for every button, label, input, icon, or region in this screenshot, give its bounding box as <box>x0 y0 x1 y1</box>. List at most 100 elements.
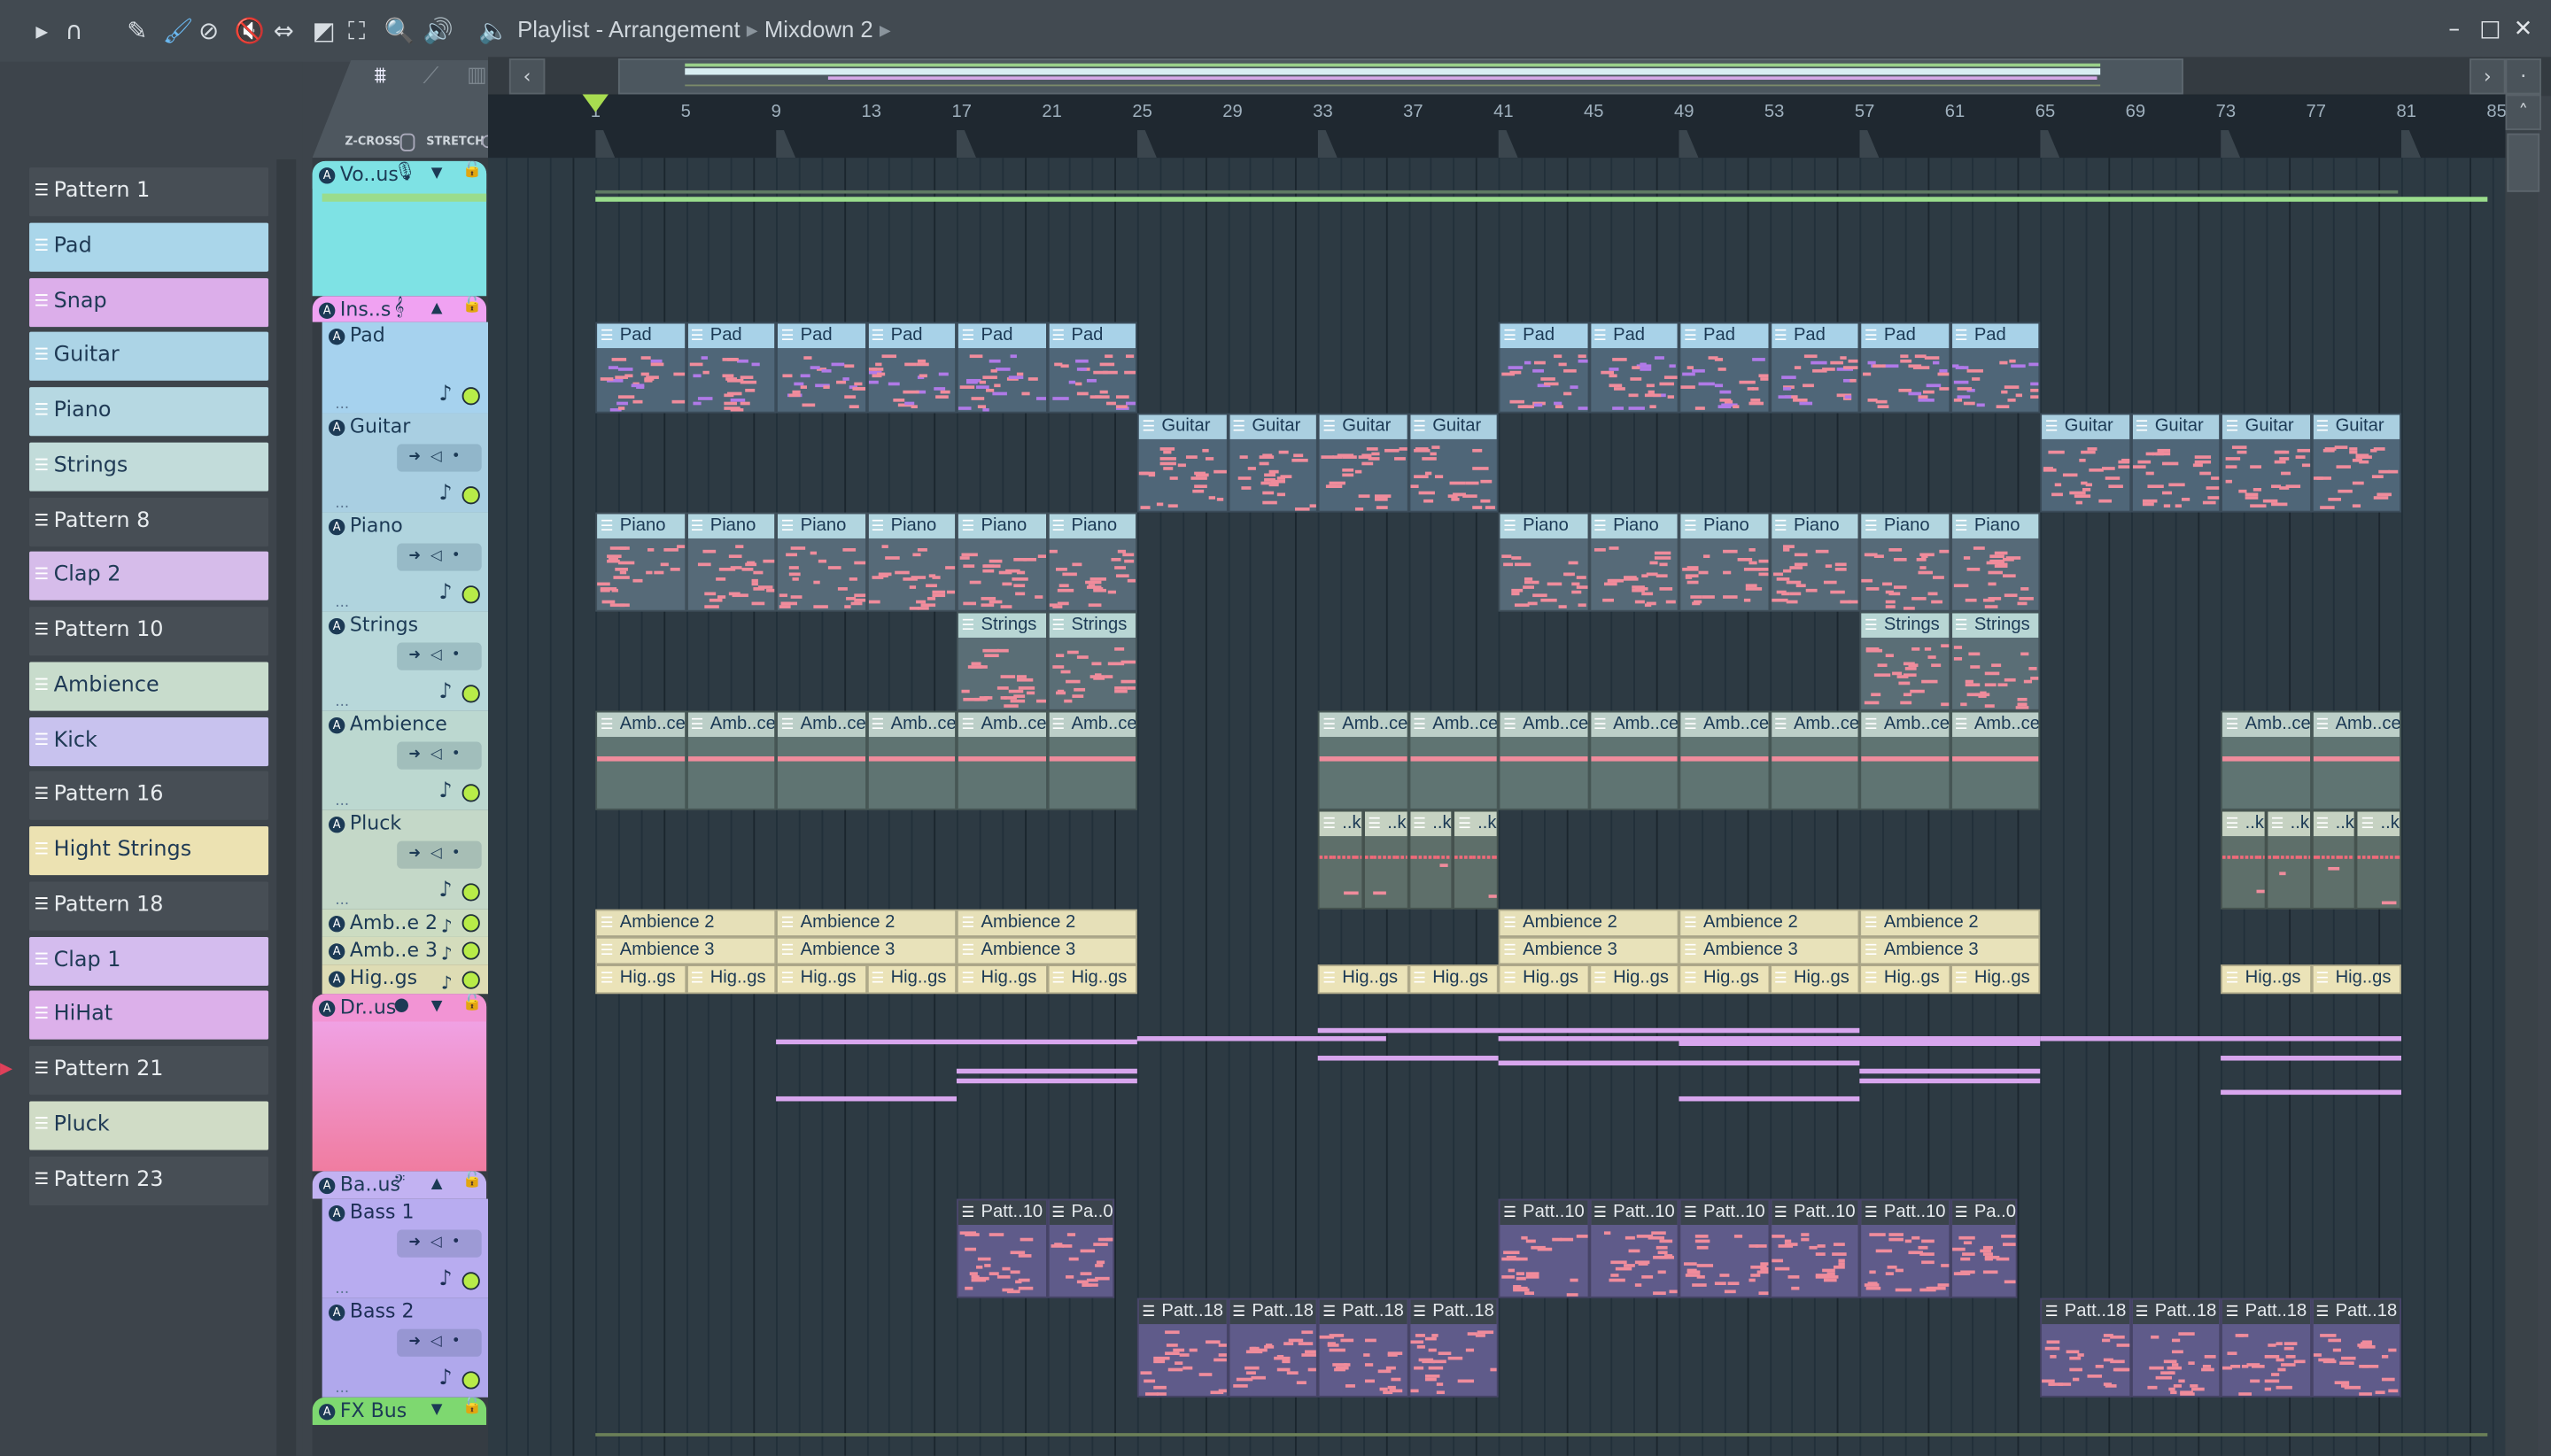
track-enable-led[interactable] <box>461 784 480 802</box>
playlist-clip[interactable]: ☰ Pad <box>1950 321 2041 414</box>
pattern-item[interactable]: ☰ Pattern 16 <box>29 771 269 821</box>
playlist-clip[interactable]: ☰ Pad <box>686 321 777 414</box>
track-enable-led[interactable] <box>461 685 480 703</box>
clip-header[interactable]: ☰ Piano <box>687 514 775 538</box>
playlist-clip[interactable]: ☰ Ambience 2 <box>776 909 957 937</box>
drum-pattern-line[interactable] <box>1679 1096 1860 1102</box>
track-name[interactable]: A Pad <box>329 324 385 346</box>
playlist-clip[interactable]: ☰ Hig..gs <box>1046 964 1137 995</box>
clip-header[interactable]: ☰ Pad <box>1771 323 1858 349</box>
playlist-clip[interactable]: ☰ Hig..gs <box>1679 964 1770 995</box>
playlist-clip[interactable]: ☰ ..k <box>1317 809 1363 910</box>
clip-header[interactable]: ☰ Hig..gs <box>1771 965 1858 991</box>
track-name[interactable]: A Amb..e 2 <box>329 911 438 933</box>
playback-icon[interactable]: 🔊 <box>423 16 454 45</box>
clip-header[interactable]: ☰ Patt..10 <box>958 1200 1046 1226</box>
playlist-clip[interactable]: ☰ Amb..ce <box>2311 710 2401 810</box>
playlist-clip[interactable]: ☰ ..k <box>2266 809 2312 910</box>
track-enable-led[interactable] <box>461 1272 480 1290</box>
pattern-item[interactable]: ☰ HiHat <box>29 991 269 1041</box>
clip-header[interactable]: ☰ Amb..ce <box>1048 712 1136 738</box>
playlist-clip[interactable]: ☰ Ambience 2 <box>1679 909 1860 937</box>
playlist-clip[interactable]: ☰ Pad <box>956 321 1047 414</box>
note-icon[interactable]: ♪ <box>438 680 452 705</box>
track-enable-led[interactable] <box>461 1371 480 1390</box>
playlist-clip[interactable]: ☰ ..k <box>2221 809 2267 910</box>
clip-header[interactable]: ☰ Amb..ce <box>777 712 865 738</box>
pattern-item[interactable]: ☰ Guitar <box>29 332 269 382</box>
expand-arrow-icon[interactable]: ▲ <box>431 301 443 317</box>
playlist-clip[interactable]: ☰ ..k <box>2356 809 2401 910</box>
playlist-clip[interactable]: ☰ Piano <box>595 512 686 612</box>
playlist-clip[interactable]: ☰ Amb..ce <box>1679 710 1770 810</box>
track-name[interactable]: A Ambience <box>329 712 447 735</box>
clip-header[interactable]: ☰ Piano <box>1500 514 1587 538</box>
scroll-right-button[interactable]: › <box>2470 58 2506 95</box>
playlist-clip[interactable]: ☰ Amb..ce <box>1859 710 1950 810</box>
track-name[interactable]: A Ba..us <box>318 1173 400 1196</box>
track-header[interactable]: A Ba..us 𝄢 ▲ 🔓 <box>312 1171 487 1199</box>
clip-header[interactable]: ☰ ..k <box>2221 811 2265 837</box>
track-buttons[interactable]: ➜◁• <box>397 1328 482 1357</box>
track-enable-led[interactable] <box>461 585 480 604</box>
more-icon[interactable]: ... <box>335 893 349 909</box>
track-buttons[interactable]: ➜◁• <box>397 444 482 472</box>
pattern-item[interactable]: ☰ Clap 1 <box>29 936 269 986</box>
playlist-clip[interactable]: ☰ Ambience 3 <box>1859 936 2041 965</box>
track-enable-led[interactable] <box>461 971 480 989</box>
track-enable-led[interactable] <box>461 387 480 406</box>
clip-header[interactable]: ☰ Amb..ce <box>2221 712 2309 738</box>
lock-icon[interactable]: 🔓 <box>462 994 483 1011</box>
track-header[interactable]: A Dr..us ● ▼ 🔓 <box>312 994 487 1172</box>
clip-header[interactable]: ☰ Strings <box>1951 613 2039 638</box>
clip-header[interactable]: ☰ Strings <box>1048 613 1136 638</box>
z-cross-toggle[interactable] <box>399 133 415 151</box>
maximize-button[interactable]: □ <box>2479 16 2501 42</box>
track-header[interactable]: A FX Bus ▼ 🔓 <box>312 1397 487 1425</box>
clip-header[interactable]: ☰ ..k <box>1409 811 1452 837</box>
track-name[interactable]: A Amb..e 3 <box>329 939 438 961</box>
vertical-scrollbar[interactable]: ˄ <box>2505 94 2541 1456</box>
playlist-clip[interactable]: ☰ Ambience 2 <box>956 909 1137 937</box>
zoom-icon[interactable]: 🔍 <box>384 16 414 45</box>
playlist-clip[interactable]: ☰ Piano <box>1588 512 1679 612</box>
clip-header[interactable]: ☰ Piano <box>867 514 956 538</box>
playlist-clip[interactable]: ☰ Pad <box>1769 321 1860 414</box>
clip-header[interactable]: ☰ Guitar <box>2312 414 2400 439</box>
playlist-clip[interactable]: ☰ Amb..ce <box>1317 710 1408 810</box>
clip-header[interactable]: ☰ Ambience 3 <box>1500 938 1678 964</box>
playlist-clip[interactable]: ☰ Patt..18 <box>2040 1297 2131 1398</box>
clip-header[interactable]: ☰ Piano <box>1680 514 1768 538</box>
playlist-clip[interactable]: ☰ Amb..ce <box>866 710 957 810</box>
track-name[interactable]: A Ins..s <box>318 298 391 321</box>
timeline-ruler[interactable]: 1 5 9 13 17 21 25 29 33 37 41 45 49 53 57 61 65 69 73 77 81 8… <box>488 94 2507 159</box>
playlist-clip[interactable]: ☰ Hig..gs <box>2221 964 2312 995</box>
track-name[interactable]: A FX Bus <box>318 1399 407 1421</box>
drum-pattern-line[interactable] <box>2221 1089 2401 1096</box>
drum-pattern-line[interactable] <box>776 1039 1137 1045</box>
clip-header[interactable]: ☰ Amb..ce <box>1951 712 2038 738</box>
playlist-clip[interactable]: ☰ Hig..gs <box>1588 964 1679 995</box>
track-header[interactable]: A Pluck ➜◁• ♪... <box>322 809 489 910</box>
clip-header[interactable]: ☰ Amb..ce <box>1409 712 1497 738</box>
clip-header[interactable]: ☰ Guitar <box>1409 414 1497 439</box>
playlist-clip[interactable]: ☰ Guitar <box>1136 413 1228 513</box>
playlist-clip[interactable]: ☰ Ambience 3 <box>595 936 777 965</box>
drum-pattern-line[interactable] <box>2040 1035 2401 1042</box>
audio-wave-icon[interactable]: ⩩ <box>374 64 386 89</box>
clip-header[interactable]: ☰ Piano <box>1951 514 2039 538</box>
clip-header[interactable]: ☰ Guitar <box>2042 414 2129 439</box>
clip-header[interactable]: ☰ ..k <box>1454 811 1497 837</box>
track-header[interactable]: A Ins..s 𝄞 ▲ 🔓 <box>312 296 487 322</box>
paint-brush-icon[interactable]: 🖌 <box>163 16 194 45</box>
clip-header[interactable]: ☰ Pad <box>1048 323 1136 349</box>
playlist-clip[interactable]: ☰ Patt..10 <box>1498 1198 1589 1298</box>
clip-header[interactable]: ☰ Ambience 2 <box>1861 910 2039 936</box>
clip-header[interactable]: ☰ Ambience 2 <box>1500 910 1678 936</box>
picker-scrollbar[interactable] <box>276 159 297 1456</box>
playlist-clip[interactable]: ☰ ..k <box>1453 809 1499 910</box>
clip-header[interactable]: ☰ Patt..18 <box>1138 1299 1226 1325</box>
delete-icon[interactable]: ⊘ <box>198 16 219 45</box>
note-icon[interactable]: ♪ <box>438 482 452 507</box>
pattern-item[interactable]: ☰ Pattern 10 <box>29 607 269 656</box>
